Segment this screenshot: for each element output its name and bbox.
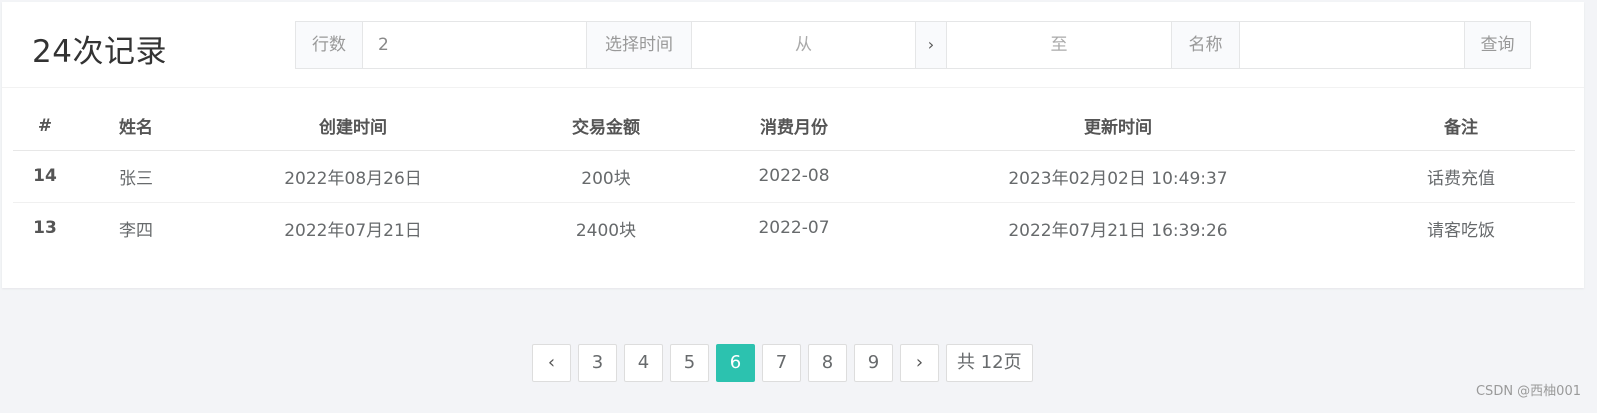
cell-index: 13 [33, 218, 57, 239]
rows-label: 行数 [295, 21, 363, 69]
page-button-5[interactable]: 5 [670, 344, 709, 382]
watermark: CSDN @西柚001 [1475, 384, 1581, 399]
column-header-updated: 更新时间 [889, 102, 1347, 151]
cell-name: 李四 [119, 220, 153, 241]
query-button[interactable]: 查询 [1464, 21, 1531, 69]
page-total: 共 12页 [946, 344, 1033, 382]
cell-month: 2022-08 [699, 150, 889, 203]
page-button-9[interactable]: 9 [854, 344, 893, 382]
cell-remark: 话费充值 [1347, 150, 1575, 203]
column-header-month: 消费月份 [699, 102, 889, 151]
cell-month: 2022-07 [758, 218, 830, 239]
chevron-right-icon: › [915, 21, 947, 69]
column-header-amount: 交易金额 [513, 102, 699, 151]
column-header-remark: 备注 [1347, 102, 1575, 151]
column-header-index: # [13, 102, 77, 151]
page-title: 24次记录 [32, 34, 167, 70]
cell-name: 张三 [77, 150, 193, 203]
prev-page-button[interactable]: ‹ [532, 344, 571, 382]
pagination: ‹ 3 4 5 6 7 8 9 › 共 12页 [532, 344, 1033, 382]
name-label: 名称 [1171, 21, 1240, 69]
time-label: 选择时间 [586, 21, 692, 69]
cell-amount: 2400块 [575, 220, 637, 241]
time-from-input[interactable] [691, 21, 916, 69]
rows-input[interactable] [362, 21, 587, 69]
cell-created: 2022年08月26日 [193, 150, 513, 203]
page-button-8[interactable]: 8 [808, 344, 847, 382]
cell-remark: 请客吃饭 [1427, 220, 1495, 241]
filter-bar: 行数 选择时间 › 名称 查询 [295, 21, 1531, 69]
column-header-name: 姓名 [77, 102, 193, 151]
cell-created: 2022年07月21日 [284, 220, 422, 241]
cell-amount: 200块 [513, 150, 699, 203]
name-input[interactable] [1239, 21, 1465, 69]
time-to-input[interactable] [946, 21, 1172, 69]
cell-index: 14 [13, 150, 77, 203]
records-table: # 姓名 创建时间 交易金额 消费月份 更新时间 备注 14 张三 2022年0… [13, 102, 1575, 254]
table-row: 13 李四 2022年07月21日 2400块 2022-07 2022年07月… [13, 202, 1575, 254]
cell-updated: 2023年02月02日 10:49:37 [889, 150, 1347, 203]
table-header-row: # 姓名 创建时间 交易金额 消费月份 更新时间 备注 [13, 102, 1575, 151]
table-row: 14 张三 2022年08月26日 200块 2022-08 2023年02月0… [13, 150, 1575, 203]
next-page-button[interactable]: › [900, 344, 939, 382]
page-button-6-current[interactable]: 6 [716, 344, 755, 382]
cell-updated: 2022年07月21日 16:39:26 [1008, 220, 1228, 241]
page-button-4[interactable]: 4 [624, 344, 663, 382]
panel-header: 24次记录 行数 选择时间 › 名称 查询 [2, 2, 1584, 88]
page-button-3[interactable]: 3 [578, 344, 617, 382]
page-button-7[interactable]: 7 [762, 344, 801, 382]
column-header-created: 创建时间 [193, 102, 513, 151]
records-panel: 24次记录 行数 选择时间 › 名称 查询 # 姓名 创建时间 交易金额 消费月… [2, 2, 1584, 288]
